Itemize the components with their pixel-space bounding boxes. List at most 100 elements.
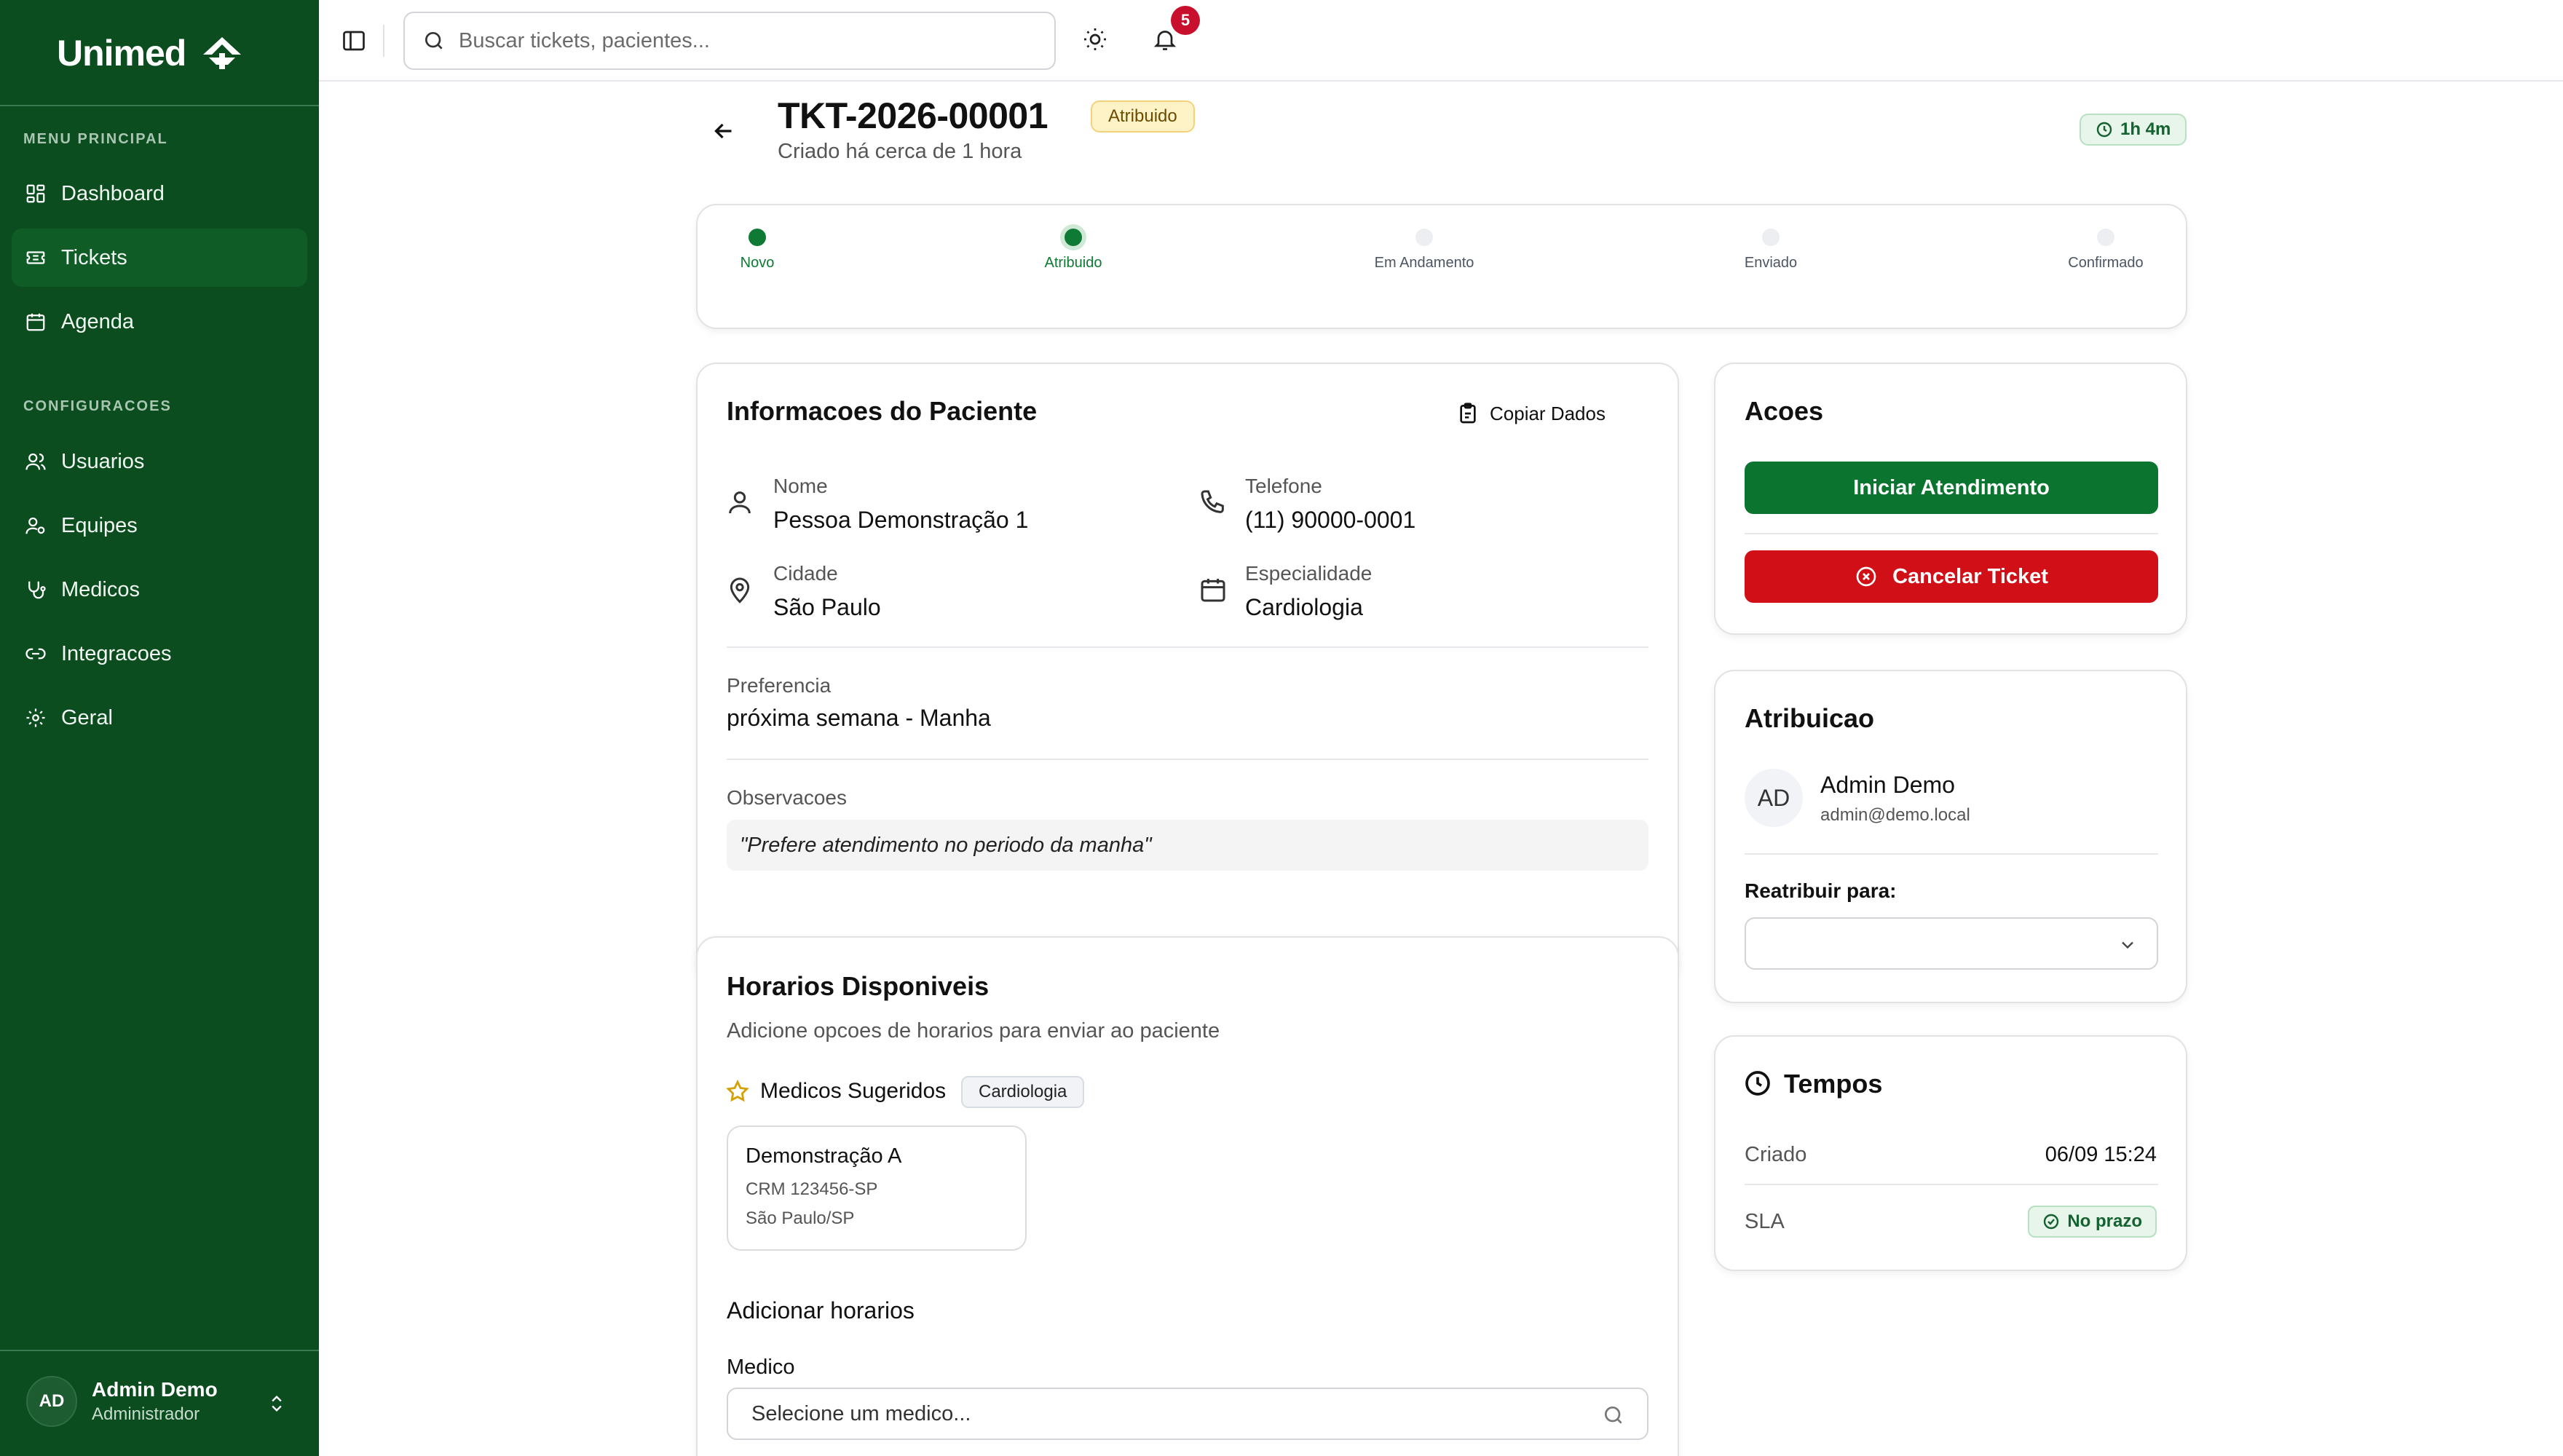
- available-times-card: Horarios Disponiveis Adicione opcoes de …: [696, 936, 1679, 1456]
- elapsed-time-badge: 1h 4m: [2080, 114, 2187, 146]
- users-icon: [25, 453, 46, 470]
- created-label: Criado: [1745, 1143, 1807, 1166]
- page-title: TKT-2026-00001: [778, 95, 1048, 136]
- step-label: Confirmado: [2068, 255, 2144, 271]
- specialty-label: Especialidade: [1245, 562, 1373, 585]
- chevron-up-down-icon[interactable]: [266, 1392, 287, 1415]
- city-label: Cidade: [773, 562, 838, 585]
- doctor-crm: CRM 123456-SP: [746, 1179, 878, 1199]
- step-confirmado: Confirmado: [2018, 229, 2193, 272]
- search-box[interactable]: [403, 12, 1056, 70]
- divider: [1745, 533, 2158, 534]
- step-dot: [1065, 229, 1082, 246]
- sla-label: SLA: [1745, 1210, 1785, 1233]
- preference-label: Preferencia: [727, 674, 832, 697]
- ticket-icon: [26, 251, 45, 264]
- chevron-down-icon: [2122, 941, 2133, 949]
- sidebar-item-integracoes[interactable]: Integracoes: [12, 625, 307, 683]
- doctor-field-label: Medico: [727, 1356, 795, 1379]
- status-badge: Atribuido: [1091, 100, 1195, 132]
- gear-icon: [26, 708, 45, 727]
- sla-badge: No prazo: [2028, 1206, 2157, 1238]
- user-menu[interactable]: AD Admin Demo Administrador: [26, 1376, 218, 1427]
- dashboard-icon: [26, 184, 45, 203]
- doctor-name: Demonstração A: [746, 1144, 902, 1168]
- topbar-divider: [383, 25, 384, 57]
- assignee-email: admin@demo.local: [1820, 805, 1970, 825]
- copy-data-button[interactable]: Copiar Dados: [1456, 402, 1606, 425]
- avatar: AD: [26, 1376, 77, 1427]
- user-icon: [729, 491, 751, 514]
- card-subtitle: Adicione opcoes de horarios para enviar …: [727, 1019, 1220, 1042]
- cancel-ticket-label: Cancelar Ticket: [1892, 564, 2048, 588]
- sidebar-item-geral[interactable]: Geral: [12, 689, 307, 747]
- location-pin-icon: [730, 577, 750, 604]
- calendar-icon: [26, 313, 45, 331]
- elapsed-time: 1h 4m: [2120, 119, 2171, 139]
- patient-notes: "Prefere atendimento no periodo da manha…: [727, 820, 1648, 871]
- card-title: Informacoes do Paciente: [727, 396, 1038, 426]
- notification-badge: 5: [1171, 6, 1200, 35]
- step-dot: [2097, 229, 2114, 246]
- check-circle-icon: [2044, 1214, 2059, 1230]
- card-title: Acoes: [1745, 396, 1824, 426]
- sidebar-item-agenda[interactable]: Agenda: [12, 293, 307, 351]
- divider: [727, 759, 1648, 760]
- clock-icon: [1745, 1071, 1770, 1096]
- step-enviado: Enviado: [1683, 229, 1858, 272]
- start-service-label: Iniciar Atendimento: [1853, 475, 2050, 499]
- patient-city: São Paulo: [773, 594, 881, 620]
- card-title: Tempos: [1784, 1069, 1883, 1099]
- suggested-doctor-card[interactable]: Demonstração A CRM 123456-SP São Paulo/S…: [727, 1125, 1027, 1251]
- patient-phone: (11) 90000-0001: [1245, 507, 1416, 533]
- sidebar-item-label: Usuarios: [61, 449, 145, 473]
- sidebar-divider: [0, 105, 319, 106]
- created-subtitle: Criado há cerca de 1 hora: [778, 140, 1022, 163]
- reassign-select[interactable]: [1745, 917, 2158, 970]
- theme-toggle-icon[interactable]: [1082, 26, 1108, 52]
- topbar: 5: [319, 0, 2563, 82]
- sidebar-item-usuarios[interactable]: Usuarios: [12, 432, 307, 491]
- sidebar-item-label: Medicos: [61, 577, 140, 601]
- main-content: TKT-2026-00001 Atribuido Criado há cerca…: [319, 82, 2563, 1456]
- progress-stepper: Novo Atribuido Em Andamento Enviado Conf…: [696, 204, 2187, 329]
- team-icon: [25, 517, 45, 534]
- step-label: Enviado: [1744, 255, 1798, 271]
- sidebar-item-dashboard[interactable]: Dashboard: [12, 165, 307, 223]
- patient-preference: próxima semana - Manha: [727, 705, 991, 731]
- step-dot: [1415, 229, 1433, 246]
- sidebar-item-equipes[interactable]: Equipes: [12, 496, 307, 555]
- created-value: 06/09 15:24: [2045, 1143, 2157, 1166]
- calendar-icon: [1201, 579, 1225, 602]
- notes-label: Observacoes: [727, 786, 847, 809]
- link-icon: [25, 648, 46, 660]
- sidebar-item-label: Agenda: [61, 309, 134, 333]
- step-dot: [749, 229, 766, 246]
- step-em-andamento: Em Andamento: [1337, 229, 1512, 272]
- unimed-logo[interactable]: Unimed: [57, 28, 245, 79]
- patient-info-card: Informacoes do Paciente Copiar Dados Nom…: [696, 363, 1679, 983]
- search-input[interactable]: [459, 28, 1012, 53]
- step-novo: Novo: [670, 229, 845, 272]
- step-label: Novo: [740, 255, 775, 271]
- sidebar-item-label: Equipes: [61, 513, 138, 537]
- reassign-label: Reatribuir para:: [1745, 879, 1897, 902]
- section-main-title: MENU PRINCIPAL: [23, 131, 168, 147]
- doctor-select-placeholder: Selecione um medico...: [751, 1402, 971, 1425]
- name-label: Nome: [773, 475, 828, 497]
- user-name: Admin Demo: [92, 1378, 218, 1401]
- start-service-button[interactable]: Iniciar Atendimento: [1745, 462, 2158, 514]
- clipboard-icon: [1460, 403, 1476, 424]
- step-label: Atribuido: [1044, 255, 1102, 271]
- sidebar-item-medicos[interactable]: Medicos: [12, 561, 307, 619]
- doctor-select[interactable]: Selecione um medico...: [727, 1388, 1648, 1440]
- cancel-ticket-button[interactable]: Cancelar Ticket: [1745, 550, 2158, 603]
- sla-value: No prazo: [2067, 1211, 2142, 1231]
- back-arrow-icon[interactable]: [711, 118, 737, 144]
- sidebar-item-label: Geral: [61, 705, 113, 729]
- sidebar-item-tickets[interactable]: Tickets: [12, 229, 307, 287]
- card-title: Horarios Disponiveis: [727, 971, 990, 1001]
- sidebar-toggle-icon[interactable]: [341, 28, 367, 54]
- times-card: Tempos Criado 06/09 15:24 SLA No prazo: [1714, 1035, 2187, 1271]
- assignment-card: Atribuicao AD Admin Demo admin@demo.loca…: [1714, 670, 2187, 1003]
